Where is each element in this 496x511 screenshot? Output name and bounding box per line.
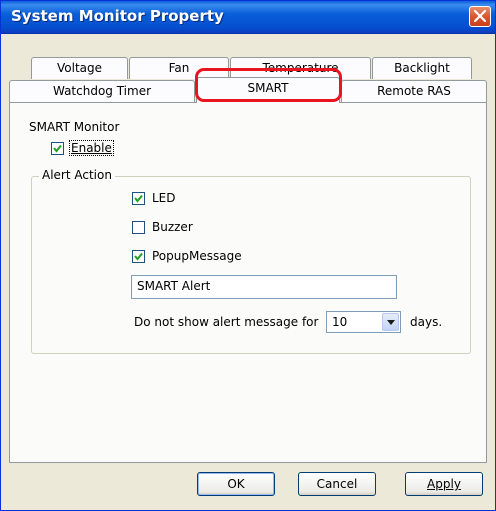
tab-voltage[interactable]: Voltage (31, 57, 128, 79)
popup-message-label[interactable]: PopupMessage (152, 249, 242, 263)
alert-action-title: Alert Action (39, 168, 115, 182)
window-title: System Monitor Property (11, 7, 224, 25)
ok-button[interactable]: OK (197, 472, 275, 496)
buzzer-checkbox[interactable] (132, 221, 145, 234)
smart-monitor-heading: SMART Monitor (29, 120, 120, 134)
days-value: 10 (332, 315, 348, 329)
dialog-window: System Monitor Property Voltage Fan Temp… (0, 0, 496, 511)
enable-checkbox[interactable] (51, 142, 64, 155)
tab-remote-ras[interactable]: Remote RAS (341, 80, 487, 102)
tab-watchdog-timer[interactable]: Watchdog Timer (9, 80, 195, 102)
chevron-down-icon (387, 320, 395, 325)
days-dropdown-button[interactable] (382, 313, 399, 331)
cancel-button[interactable]: Cancel (298, 472, 376, 496)
check-icon (134, 252, 143, 261)
title-bar[interactable]: System Monitor Property (1, 1, 495, 34)
tab-backlight[interactable]: Backlight (372, 57, 472, 79)
smart-tab-highlight (195, 68, 342, 102)
close-button[interactable] (469, 6, 491, 27)
buzzer-label[interactable]: Buzzer (152, 220, 193, 234)
days-select[interactable]: 10 (326, 311, 401, 333)
led-label[interactable]: LED (152, 191, 176, 205)
days-suffix: days. (410, 315, 443, 329)
alert-message-input[interactable]: SMART Alert (131, 275, 397, 299)
suppress-label: Do not show alert message for (134, 315, 319, 329)
popup-message-checkbox[interactable] (132, 250, 145, 263)
check-icon (134, 194, 143, 203)
apply-button[interactable]: Apply (405, 472, 483, 496)
close-icon (474, 10, 486, 22)
check-icon (53, 144, 62, 153)
enable-label[interactable]: Enable (69, 140, 114, 156)
led-checkbox[interactable] (132, 192, 145, 205)
